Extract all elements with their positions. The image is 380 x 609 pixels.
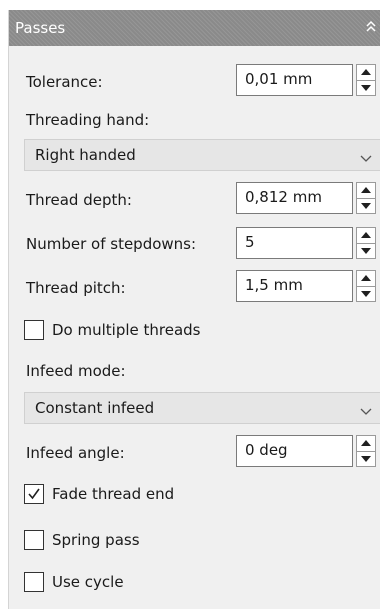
arrow-up-icon: [361, 232, 371, 238]
stepdowns-stepper: [356, 227, 376, 259]
multiple-threads-label: Do multiple threads: [52, 321, 201, 339]
infeed-mode-dropdown[interactable]: Constant infeed: [24, 392, 380, 424]
spring-pass-checkbox[interactable]: [24, 530, 44, 550]
infeed-angle-stepper: [356, 435, 376, 467]
checkmark-icon: [28, 488, 40, 500]
infeed-angle-decrement-button[interactable]: [357, 451, 375, 467]
chevron-down-icon: [360, 402, 372, 415]
chevron-down-icon: [360, 149, 372, 162]
threading-hand-value: Right handed: [35, 146, 136, 164]
stepdowns-spinbox: 5: [236, 227, 376, 259]
fade-thread-end-checkbox[interactable]: [24, 484, 44, 504]
infeed-angle-label: Infeed angle:: [26, 444, 125, 462]
arrow-down-icon: [361, 85, 371, 91]
stepdowns-label: Number of stepdowns:: [26, 235, 197, 253]
infeed-angle-increment-button[interactable]: [357, 436, 375, 451]
thread-pitch-input[interactable]: 1,5 mm: [236, 270, 353, 302]
thread-pitch-increment-button[interactable]: [357, 271, 375, 286]
thread-depth-decrement-button[interactable]: [357, 198, 375, 214]
arrow-up-icon: [361, 440, 371, 446]
infeed-mode-label: Infeed mode:: [26, 362, 126, 380]
thread-depth-spinbox: 0,812 mm: [236, 182, 376, 214]
spring-pass-label: Spring pass: [52, 531, 140, 549]
stepdowns-input[interactable]: 5: [236, 227, 353, 259]
tolerance-decrement-button[interactable]: [357, 80, 375, 96]
double-chevron-up-icon[interactable]: [363, 18, 379, 36]
arrow-up-icon: [361, 187, 371, 193]
panel-title: Passes: [15, 19, 66, 37]
panel-header[interactable]: Passes: [9, 10, 380, 46]
fade-thread-end-label: Fade thread end: [52, 485, 175, 503]
thread-pitch-stepper: [356, 270, 376, 302]
tolerance-spinbox: 0,01 mm: [236, 64, 376, 96]
tolerance-label: Tolerance:: [26, 73, 103, 91]
threading-hand-dropdown[interactable]: Right handed: [24, 139, 380, 171]
arrow-up-icon: [361, 69, 371, 75]
passes-panel: Passes Tolerance: 0,01 mm Threading hand…: [8, 10, 380, 609]
use-cycle-checkbox[interactable]: [24, 572, 44, 592]
thread-pitch-decrement-button[interactable]: [357, 286, 375, 302]
thread-pitch-spinbox: 1,5 mm: [236, 270, 376, 302]
tolerance-increment-button[interactable]: [357, 65, 375, 80]
arrow-down-icon: [361, 248, 371, 254]
thread-depth-label: Thread depth:: [26, 191, 132, 209]
tolerance-input[interactable]: 0,01 mm: [236, 64, 353, 96]
stepdowns-decrement-button[interactable]: [357, 243, 375, 259]
thread-pitch-label: Thread pitch:: [26, 279, 126, 297]
thread-depth-increment-button[interactable]: [357, 183, 375, 198]
stepdowns-increment-button[interactable]: [357, 228, 375, 243]
use-cycle-label: Use cycle: [52, 573, 124, 591]
thread-depth-stepper: [356, 182, 376, 214]
arrow-up-icon: [361, 275, 371, 281]
multiple-threads-checkbox[interactable]: [24, 320, 44, 340]
arrow-down-icon: [361, 456, 371, 462]
infeed-angle-spinbox: 0 deg: [236, 435, 376, 467]
threading-hand-label: Threading hand:: [26, 111, 150, 129]
infeed-mode-value: Constant infeed: [35, 399, 155, 417]
infeed-angle-input[interactable]: 0 deg: [236, 435, 353, 467]
arrow-down-icon: [361, 291, 371, 297]
thread-depth-input[interactable]: 0,812 mm: [236, 182, 353, 214]
tolerance-stepper: [356, 64, 376, 96]
arrow-down-icon: [361, 203, 371, 209]
